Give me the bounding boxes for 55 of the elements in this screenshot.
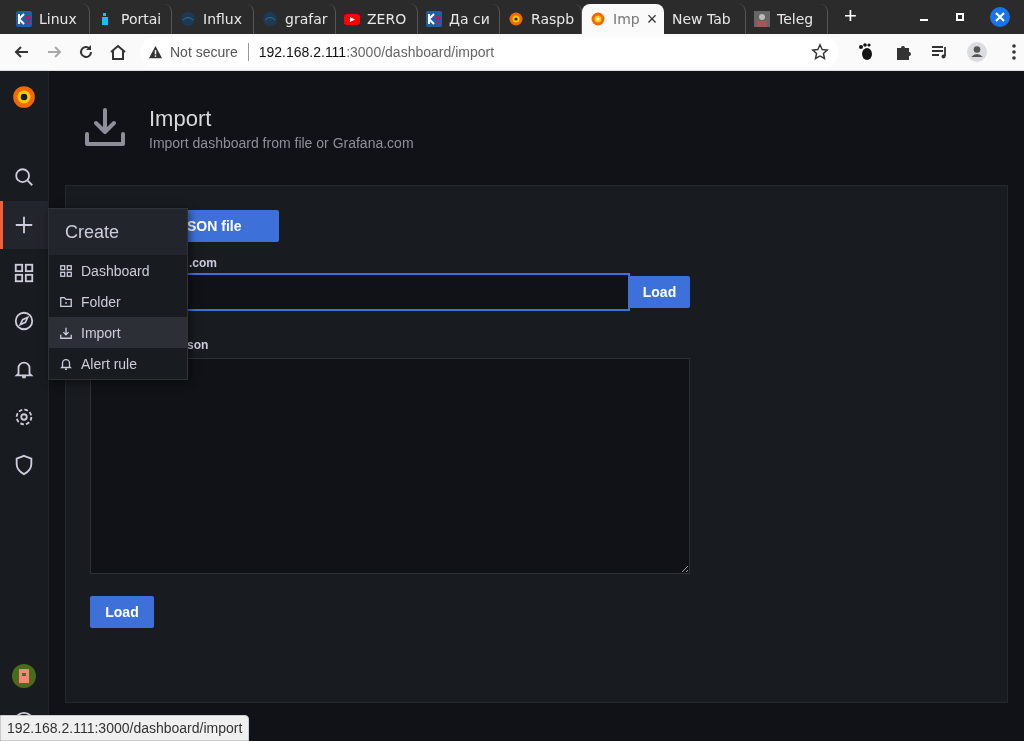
tab-title: grafar xyxy=(285,11,328,27)
tab-title: Portai xyxy=(121,11,162,27)
swirl-icon xyxy=(590,11,606,27)
photo-icon xyxy=(754,11,770,27)
avatar-icon[interactable] xyxy=(12,664,36,688)
menu-item[interactable]: Alert rule xyxy=(49,348,187,379)
bell-icon xyxy=(59,356,73,371)
letter-k-icon xyxy=(426,11,442,27)
shield-icon xyxy=(13,454,35,476)
tab-title: New Tab xyxy=(672,11,731,27)
page-subtitle: Import dashboard from file or Grafana.com xyxy=(149,134,414,151)
address-field[interactable]: Not secure 192.168.2.111:3000/dashboard/import xyxy=(140,37,839,67)
profile-icon[interactable] xyxy=(967,42,987,62)
star-icon[interactable] xyxy=(811,43,829,61)
tab-title: Raspb xyxy=(531,11,575,27)
settings-icon xyxy=(13,406,35,428)
tab-title: Да си xyxy=(449,11,490,27)
menu-title: Create xyxy=(49,209,187,255)
globe-icon xyxy=(262,11,278,27)
warning-icon xyxy=(148,44,163,60)
url-tooltip: 192.168.2.111:3000/dashboard/import xyxy=(0,715,250,741)
grid-icon xyxy=(59,263,73,278)
tab-title: ZERO xyxy=(367,11,407,27)
security-label: Not secure xyxy=(170,44,238,60)
tab-title: Teleg xyxy=(777,11,814,27)
plus-icon xyxy=(13,214,35,236)
field-label: .com xyxy=(189,256,218,270)
close-tab-button[interactable]: × xyxy=(646,8,658,30)
grid-icon xyxy=(13,262,35,284)
play-icon xyxy=(344,11,360,27)
page-title: Import xyxy=(149,105,213,132)
maximize-icon[interactable] xyxy=(954,11,966,23)
url-text: 192.168.2.111:3000/dashboard/import xyxy=(258,44,496,60)
download-icon xyxy=(59,325,73,340)
folder-icon xyxy=(59,294,73,309)
load-button[interactable]: Load xyxy=(90,596,154,628)
tab-title: Linux xyxy=(39,11,77,27)
search-icon xyxy=(13,166,35,188)
tab-title: Imp xyxy=(613,11,640,27)
globe-icon xyxy=(180,11,196,27)
home-icon[interactable] xyxy=(108,42,128,62)
sidebar-item[interactable] xyxy=(0,201,48,249)
swirl-icon xyxy=(508,11,524,27)
logo-icon[interactable] xyxy=(11,84,37,110)
load-button[interactable]: Load xyxy=(629,276,690,308)
tab-title: Influx xyxy=(203,11,242,27)
compass-icon xyxy=(13,310,35,332)
menu-item[interactable]: Import xyxy=(49,317,187,348)
field-label: son xyxy=(187,338,210,352)
letter-k-icon xyxy=(16,11,32,27)
menu-item[interactable]: Dashboard xyxy=(49,255,187,286)
menu-item[interactable]: Folder xyxy=(49,286,187,317)
close-icon[interactable] xyxy=(990,7,1010,27)
new-tab-button[interactable]: + xyxy=(838,3,863,29)
browser-tab[interactable]: Imp × xyxy=(582,4,664,34)
